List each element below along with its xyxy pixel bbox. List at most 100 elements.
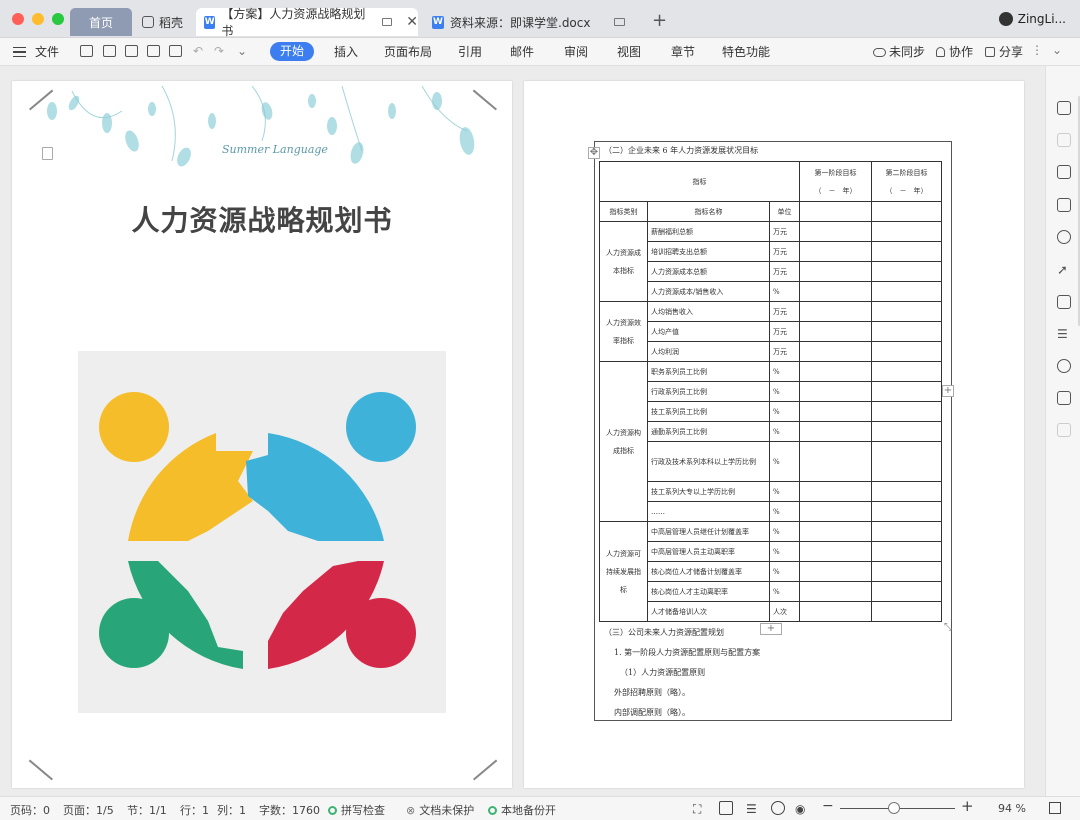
category-cell[interactable]: 人力资源效率指标 <box>599 301 648 362</box>
tab-home[interactable]: 首页 <box>70 8 132 36</box>
table-cell[interactable] <box>799 261 872 282</box>
table-cell[interactable] <box>871 221 942 242</box>
indicator-unit[interactable]: 人次 <box>769 601 800 622</box>
indicator-name[interactable]: 核心岗位人才储备计划覆盖率 <box>647 561 770 582</box>
table-cell[interactable] <box>799 301 872 322</box>
zoom-slider-knob[interactable] <box>888 802 900 814</box>
close-tab-icon[interactable]: ✕ <box>406 14 418 30</box>
zoom-level[interactable]: 94 % <box>998 802 1026 815</box>
indicator-unit[interactable]: 万元 <box>769 301 800 322</box>
indicator-unit[interactable]: % <box>769 421 800 442</box>
table-cell[interactable] <box>799 521 872 542</box>
tab-insert[interactable]: 插入 <box>334 43 358 60</box>
indicator-name[interactable]: 人均利润 <box>647 341 770 362</box>
indicator-unit[interactable]: % <box>769 521 800 542</box>
spell-check[interactable]: 拼写检查 <box>328 802 385 818</box>
eye-protection-icon[interactable]: ◉ <box>795 802 805 816</box>
lock-icon[interactable] <box>1057 295 1071 309</box>
outline-view-icon[interactable]: ☰ <box>746 802 757 816</box>
tab-chapter[interactable]: 章节 <box>671 43 695 60</box>
pen-icon[interactable] <box>1057 101 1071 115</box>
table-cell[interactable] <box>799 401 872 422</box>
document-icon[interactable] <box>42 147 53 160</box>
tab-view[interactable]: 视图 <box>617 43 641 60</box>
web-view-icon[interactable] <box>771 801 785 815</box>
hexagon-icon[interactable] <box>1057 230 1071 244</box>
menu-icon[interactable] <box>13 47 26 57</box>
tab-mail[interactable]: 邮件 <box>510 43 534 60</box>
category-cell[interactable]: 人力资源成本指标 <box>599 221 648 302</box>
indicator-name[interactable]: 核心岗位人才主动离职率 <box>647 581 770 602</box>
maximize-window-button[interactable] <box>52 13 64 25</box>
table-cell[interactable] <box>871 261 942 282</box>
tab-review[interactable]: 审阅 <box>564 43 588 60</box>
indicator-unit[interactable]: % <box>769 381 800 402</box>
collaborate-button[interactable]: 协作 <box>936 43 973 60</box>
table-cell[interactable] <box>871 441 942 482</box>
image-icon[interactable] <box>1057 423 1071 437</box>
indicator-unit[interactable]: 万元 <box>769 261 800 282</box>
indicator-unit[interactable]: % <box>769 561 800 582</box>
indicator-unit[interactable]: % <box>769 361 800 382</box>
indicator-unit[interactable]: 万元 <box>769 341 800 362</box>
indicator-name[interactable]: 技工系列员工比例 <box>647 401 770 422</box>
indicator-unit[interactable]: 万元 <box>769 321 800 342</box>
export-pdf-icon[interactable] <box>125 45 138 57</box>
collapse-ribbon-icon[interactable]: ⌄ <box>1052 43 1062 57</box>
table-cell[interactable] <box>799 381 872 402</box>
redo-icon[interactable]: ↷ <box>214 44 224 58</box>
table-cell[interactable] <box>799 541 872 562</box>
table-cell[interactable] <box>799 281 872 302</box>
indicator-unit[interactable]: % <box>769 501 800 522</box>
indicator-name[interactable]: 人力资源成本/销售收入 <box>647 281 770 302</box>
page-count[interactable]: 页面：1/5 <box>63 802 114 818</box>
minimize-window-button[interactable] <box>32 13 44 25</box>
history-icon[interactable] <box>1057 359 1071 373</box>
fullscreen-icon[interactable]: ⛶ <box>693 802 701 817</box>
indicator-name[interactable]: 行政及技术系列本科以上学历比例 <box>647 441 770 482</box>
indicator-unit[interactable]: % <box>769 541 800 562</box>
indicator-name[interactable]: 行政系列员工比例 <box>647 381 770 402</box>
table-cell[interactable] <box>799 221 872 242</box>
cover-page[interactable]: Summer Language 人力资源战略规划书 <box>12 81 512 788</box>
category-cell[interactable]: 人力资源可持续发展指标 <box>599 521 648 622</box>
tab-page-layout[interactable]: 页面布局 <box>384 43 432 60</box>
more-icon[interactable]: ⋮ <box>1031 43 1043 57</box>
table-cell[interactable] <box>799 341 872 362</box>
table-cell[interactable] <box>799 601 872 622</box>
table-cell[interactable] <box>871 381 942 402</box>
table-cell[interactable] <box>871 601 942 622</box>
table-cell[interactable] <box>871 361 942 382</box>
file-menu[interactable]: 文件 <box>35 43 59 60</box>
user-account[interactable]: ZingLi... <box>998 12 1066 26</box>
sync-status[interactable]: 未同步 <box>873 43 925 60</box>
table-cell[interactable] <box>799 561 872 582</box>
indicator-unit[interactable]: % <box>769 401 800 422</box>
tab-document-2[interactable]: W 资料来源：即课学堂.docx <box>424 8 640 36</box>
indicator-name[interactable]: 职务系列员工比例 <box>647 361 770 382</box>
image-edit-icon[interactable] <box>1057 391 1071 405</box>
table-move-handle[interactable]: ✥ <box>588 147 600 159</box>
category-cell[interactable]: 人力资源构成指标 <box>599 361 648 522</box>
table-cell[interactable] <box>871 241 942 262</box>
indicator-name[interactable]: 人均产值 <box>647 321 770 342</box>
table-cell[interactable] <box>871 301 942 322</box>
zoom-in-button[interactable]: + <box>961 797 974 815</box>
page-view-icon[interactable] <box>719 801 733 815</box>
indicator-name[interactable]: 技工系列大专以上学历比例 <box>647 481 770 502</box>
table-cell[interactable] <box>871 581 942 602</box>
table-cell[interactable] <box>799 421 872 442</box>
table-cell[interactable] <box>871 561 942 582</box>
indicator-name[interactable]: 人才储备培训人次 <box>647 601 770 622</box>
indicator-name[interactable]: 薪酬福利总额 <box>647 221 770 242</box>
table-cell[interactable] <box>871 501 942 522</box>
indicator-name[interactable]: 培训招聘支出总额 <box>647 241 770 262</box>
document-area[interactable]: Summer Language 人力资源战略规划书 ✥ （二）企业未来 6 年人… <box>0 66 1045 796</box>
edit-icon[interactable] <box>1057 198 1071 212</box>
indicator-name[interactable]: 中高层管理人员主动离职率 <box>647 541 770 562</box>
print-icon[interactable] <box>147 45 160 57</box>
open-folder-icon[interactable] <box>80 45 93 57</box>
add-column-button[interactable]: + <box>942 385 954 397</box>
indicator-unit[interactable]: % <box>769 281 800 302</box>
save-icon[interactable] <box>103 45 116 57</box>
